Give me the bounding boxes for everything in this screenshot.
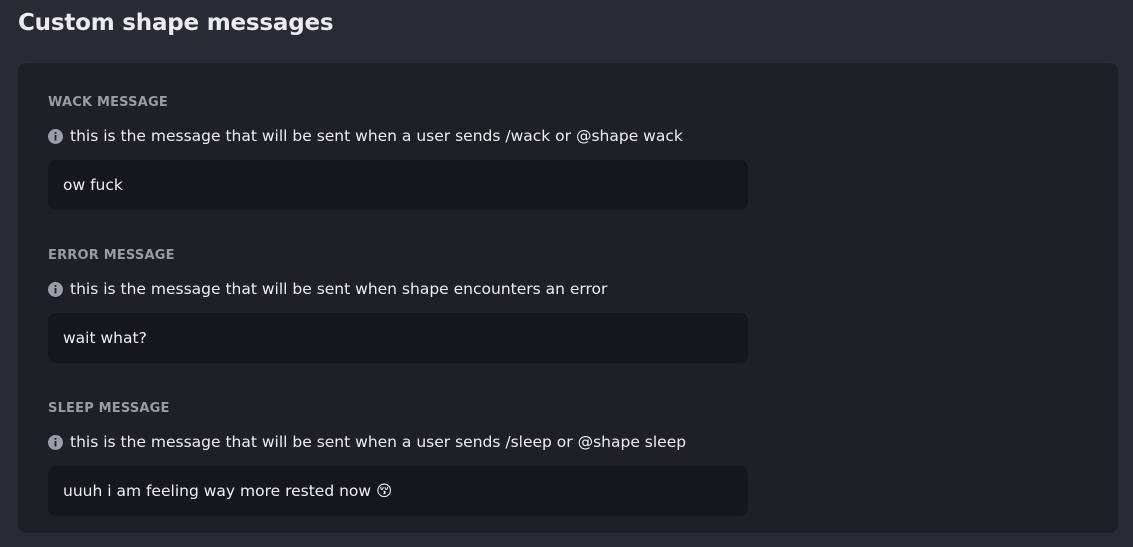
wack-message-input[interactable] bbox=[48, 160, 748, 210]
wack-message-field: WACK MESSAGE this is the message that wi… bbox=[48, 95, 748, 210]
error-message-help-text: this is the message that will be sent wh… bbox=[70, 280, 608, 298]
sleep-message-help-text: this is the message that will be sent wh… bbox=[70, 433, 687, 451]
sleep-message-input[interactable] bbox=[48, 466, 748, 516]
sleep-message-help: this is the message that will be sent wh… bbox=[48, 432, 748, 452]
info-circle-icon bbox=[48, 434, 63, 450]
wack-message-label: WACK MESSAGE bbox=[48, 95, 168, 110]
custom-messages-panel: WACK MESSAGE this is the message that wi… bbox=[18, 63, 1118, 533]
wack-message-help-text: this is the message that will be sent wh… bbox=[70, 127, 683, 145]
error-message-label: ERROR MESSAGE bbox=[48, 248, 175, 263]
error-message-help: this is the message that will be sent wh… bbox=[48, 279, 748, 299]
wack-message-help: this is the message that will be sent wh… bbox=[48, 126, 748, 146]
error-message-field: ERROR MESSAGE this is the message that w… bbox=[48, 248, 748, 363]
sleep-message-field: SLEEP MESSAGE this is the message that w… bbox=[48, 401, 748, 516]
info-circle-icon bbox=[48, 128, 63, 144]
sleep-message-label: SLEEP MESSAGE bbox=[48, 401, 170, 416]
error-message-input[interactable] bbox=[48, 313, 748, 363]
info-circle-icon bbox=[48, 281, 63, 297]
page-title: Custom shape messages bbox=[18, 10, 334, 36]
